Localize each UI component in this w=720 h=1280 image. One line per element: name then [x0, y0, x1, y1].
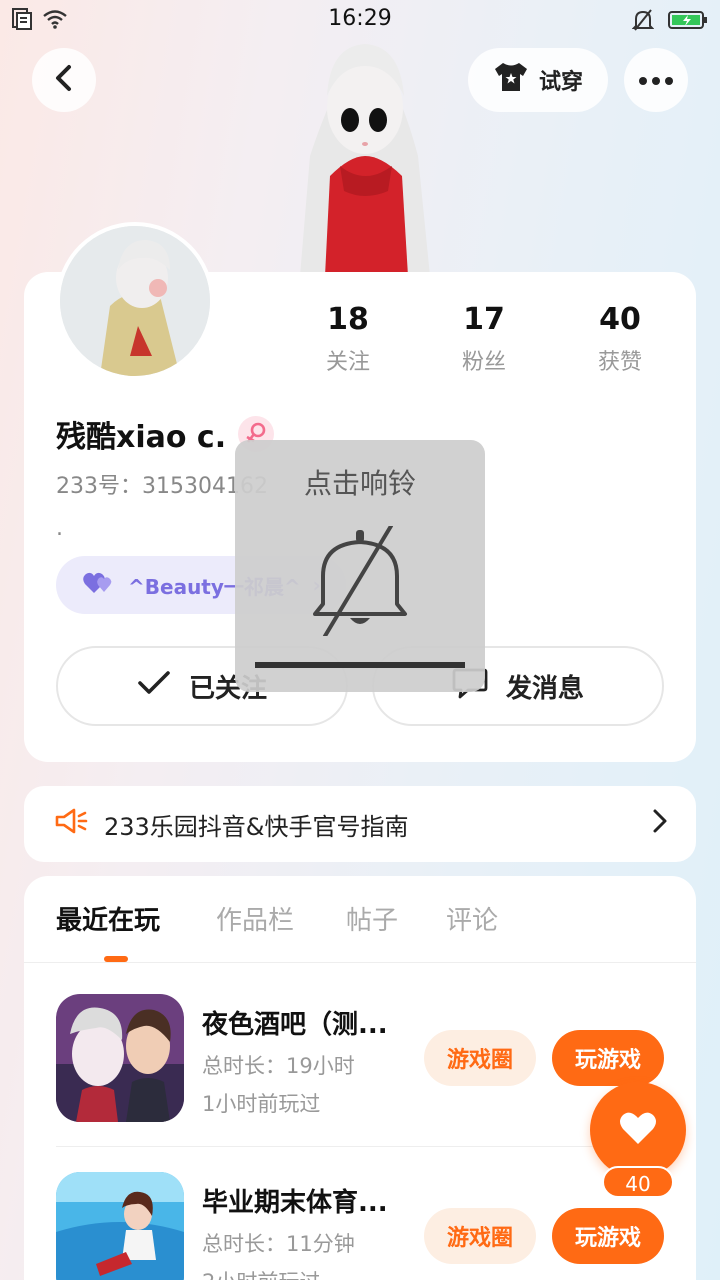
- bell-muted-icon: [631, 8, 655, 36]
- back-button[interactable]: [32, 48, 96, 112]
- announcement-text: 233乐园抖音&快手官号指南: [104, 812, 409, 841]
- game-title: 毕业期末体育...: [202, 1188, 388, 1218]
- divider: [24, 962, 696, 963]
- status-bar: 16:29: [0, 0, 720, 40]
- game-duration: 总时长：11分钟: [202, 1232, 355, 1256]
- user-bio: .: [56, 516, 63, 541]
- tshirt-icon: [493, 61, 529, 99]
- game-icon: [56, 994, 184, 1122]
- stat-followers-value: 17: [463, 302, 505, 337]
- try-on-label: 试穿: [538, 70, 583, 95]
- game-circle-button[interactable]: 游戏圈: [424, 1208, 536, 1264]
- stat-following-value: 18: [327, 302, 369, 337]
- megaphone-icon: [54, 807, 88, 841]
- play-game-button[interactable]: 玩游戏: [552, 1030, 664, 1086]
- game-icon: [56, 1172, 184, 1280]
- ringer-toast-title: 点击响铃: [303, 467, 416, 500]
- stat-following[interactable]: 18 关注: [288, 300, 408, 376]
- chevron-left-icon: [52, 64, 76, 96]
- send-message-label: 发消息: [505, 673, 584, 704]
- username: 残酷xiao c.: [56, 420, 227, 455]
- game-last-played: 1小时前玩过: [202, 1092, 321, 1116]
- status-time: 16:29: [328, 6, 392, 31]
- stat-likes-label: 获赞: [597, 350, 642, 375]
- game-title: 夜色酒吧（测...: [202, 1010, 388, 1040]
- battery-icon: [668, 10, 708, 34]
- tab-comments[interactable]: 评论: [446, 900, 498, 937]
- bell-muted-icon: [305, 524, 415, 638]
- game-duration: 总时长：19小时: [202, 1054, 355, 1078]
- stat-likes[interactable]: 40 获赞: [560, 300, 680, 376]
- divider: [56, 1146, 668, 1147]
- play-game-button[interactable]: 玩游戏: [552, 1208, 664, 1264]
- game-row[interactable]: 毕业期末体育... 总时长：11分钟 2小时前玩过 游戏圈 玩游戏: [56, 1172, 676, 1280]
- game-circle-button[interactable]: 游戏圈: [424, 1030, 536, 1086]
- volume-bar[interactable]: [255, 662, 465, 668]
- stat-followers-label: 粉丝: [461, 350, 506, 375]
- character-avatar-image: [270, 36, 460, 276]
- stat-likes-value: 40: [599, 302, 641, 337]
- check-icon: [137, 670, 171, 703]
- more-dots-icon: [638, 71, 674, 90]
- try-on-button[interactable]: 试穿: [468, 48, 608, 112]
- more-button[interactable]: [624, 48, 688, 112]
- double-heart-icon: [82, 571, 116, 600]
- game-last-played: 2小时前玩过: [202, 1266, 320, 1280]
- chevron-right-icon: [652, 808, 668, 840]
- game-row[interactable]: 夜色酒吧（测... 总时长：19小时 1小时前玩过 游戏圈 玩游戏: [56, 994, 676, 1124]
- like-count: 40: [602, 1166, 674, 1198]
- announcement-banner[interactable]: 233乐园抖音&快手官号指南: [24, 786, 696, 862]
- stat-followers[interactable]: 17 粉丝: [424, 300, 544, 376]
- tab-works[interactable]: 作品栏: [216, 900, 294, 937]
- stat-following-label: 关注: [325, 350, 370, 375]
- ringer-toast[interactable]: 点击响铃: [235, 440, 485, 692]
- tab-posts[interactable]: 帖子: [346, 900, 398, 937]
- tab-recent-games[interactable]: 最近在玩: [56, 900, 160, 937]
- heart-icon: [618, 1110, 658, 1150]
- like-button[interactable]: [590, 1082, 686, 1178]
- avatar[interactable]: [56, 222, 214, 380]
